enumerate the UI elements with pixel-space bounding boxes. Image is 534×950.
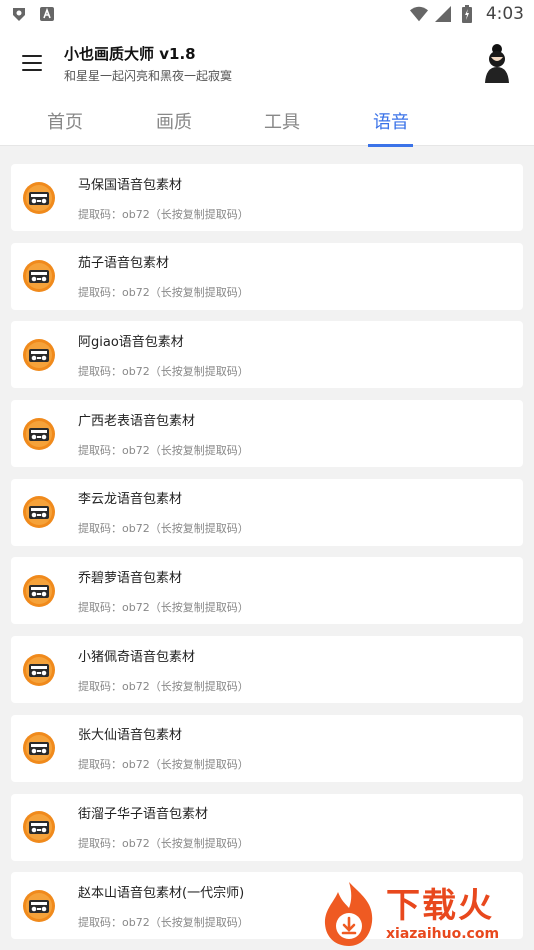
extraction-code[interactable]: 提取码：ob72（长按复制提取码）	[78, 599, 249, 615]
tab-home[interactable]: 首页	[20, 98, 110, 146]
menu-icon[interactable]	[20, 51, 44, 75]
radio-icon	[22, 181, 56, 215]
radio-icon	[22, 574, 56, 608]
voice-pack-title: 李云龙语音包素材	[78, 492, 183, 508]
watermark-url: xiazaihuo.com	[386, 926, 500, 942]
voice-pack-card[interactable]: 茄子语音包素材 提取码：ob72（长按复制提取码）	[11, 242, 523, 310]
extraction-code[interactable]: 提取码：ob72（长按复制提取码）	[78, 206, 249, 222]
app-titles: 小也画质大师 v1.8 和星星一起闪亮和黑夜一起寂寞	[64, 43, 232, 84]
status-bar: 4:03	[0, 0, 534, 28]
extraction-code[interactable]: 提取码：ob72（长按复制提取码）	[78, 520, 249, 536]
voice-pack-title: 张大仙语音包素材	[78, 728, 183, 744]
tab-bar: 首页 画质 工具 语音	[0, 98, 534, 146]
voice-pack-list: 马保国语音包素材 提取码：ob72（长按复制提取码） 茄子语音包素材 提取码：o…	[11, 164, 523, 950]
voice-pack-card[interactable]: 阿giao语音包素材 提取码：ob72（长按复制提取码）	[11, 321, 523, 389]
tab-quality[interactable]: 画质	[129, 98, 219, 146]
extraction-code[interactable]: 提取码：ob72（长按复制提取码）	[78, 835, 249, 851]
extraction-code[interactable]: 提取码：ob72（长按复制提取码）	[78, 442, 249, 458]
signal-icon	[434, 5, 452, 23]
voice-pack-card[interactable]: 街溜子华子语音包素材 提取码：ob72（长按复制提取码）	[11, 793, 523, 861]
shield-app-icon	[10, 5, 28, 23]
extraction-code[interactable]: 提取码：ob72（长按复制提取码）	[78, 678, 249, 694]
voice-pack-title: 茄子语音包素材	[78, 256, 170, 272]
battery-icon	[458, 5, 476, 23]
radio-icon	[22, 495, 56, 529]
app-bar: 小也画质大师 v1.8 和星星一起闪亮和黑夜一起寂寞	[0, 28, 534, 98]
extraction-code[interactable]: 提取码：ob72（长按复制提取码）	[78, 284, 249, 300]
voice-pack-card[interactable]: 小猪佩奇语音包素材 提取码：ob72（长按复制提取码）	[11, 636, 523, 704]
radio-icon	[22, 338, 56, 372]
radio-icon	[22, 417, 56, 451]
flame-logo-icon	[316, 880, 382, 948]
voice-pack-title: 马保国语音包素材	[78, 177, 183, 193]
avatar[interactable]	[480, 43, 514, 83]
app-title: 小也画质大师 v1.8	[64, 44, 196, 63]
voice-pack-card[interactable]: 广西老表语音包素材 提取码：ob72（长按复制提取码）	[11, 400, 523, 468]
voice-pack-card[interactable]: 马保国语音包素材 提取码：ob72（长按复制提取码）	[11, 164, 523, 231]
voice-pack-card[interactable]: 乔碧萝语音包素材 提取码：ob72（长按复制提取码）	[11, 557, 523, 625]
tab-indicator	[368, 144, 413, 147]
voice-pack-card[interactable]: 李云龙语音包素材 提取码：ob72（长按复制提取码）	[11, 478, 523, 546]
tab-tools[interactable]: 工具	[237, 98, 327, 146]
voice-pack-card[interactable]: 张大仙语音包素材 提取码：ob72（长按复制提取码）	[11, 714, 523, 782]
voice-pack-title: 小猪佩奇语音包素材	[78, 649, 196, 665]
watermark-name: 下载火	[386, 886, 494, 926]
app-subtitle: 和星星一起闪亮和黑夜一起寂寞	[64, 68, 233, 83]
extraction-code[interactable]: 提取码：ob72（长按复制提取码）	[78, 914, 249, 930]
radio-icon	[22, 889, 56, 923]
extraction-code[interactable]: 提取码：ob72（长按复制提取码）	[78, 363, 249, 379]
font-app-icon	[38, 5, 56, 23]
wifi-icon	[409, 5, 428, 23]
voice-pack-title: 乔碧萝语音包素材	[78, 570, 183, 586]
voice-pack-title: 广西老表语音包素材	[78, 413, 196, 429]
watermark-logo: 下载火 xiazaihuo.com	[316, 880, 530, 948]
status-time: 4:03	[485, 4, 524, 24]
tab-voice[interactable]: 语音	[346, 98, 436, 146]
voice-pack-title: 街溜子华子语音包素材	[78, 807, 209, 822]
radio-icon	[22, 810, 56, 844]
radio-icon	[22, 259, 56, 293]
voice-pack-title: 阿giao语音包素材	[78, 334, 184, 350]
extraction-code[interactable]: 提取码：ob72（长按复制提取码）	[78, 756, 249, 772]
voice-pack-title: 赵本山语音包素材(一代宗师)	[78, 885, 245, 901]
radio-icon	[22, 731, 56, 765]
radio-icon	[22, 653, 56, 687]
